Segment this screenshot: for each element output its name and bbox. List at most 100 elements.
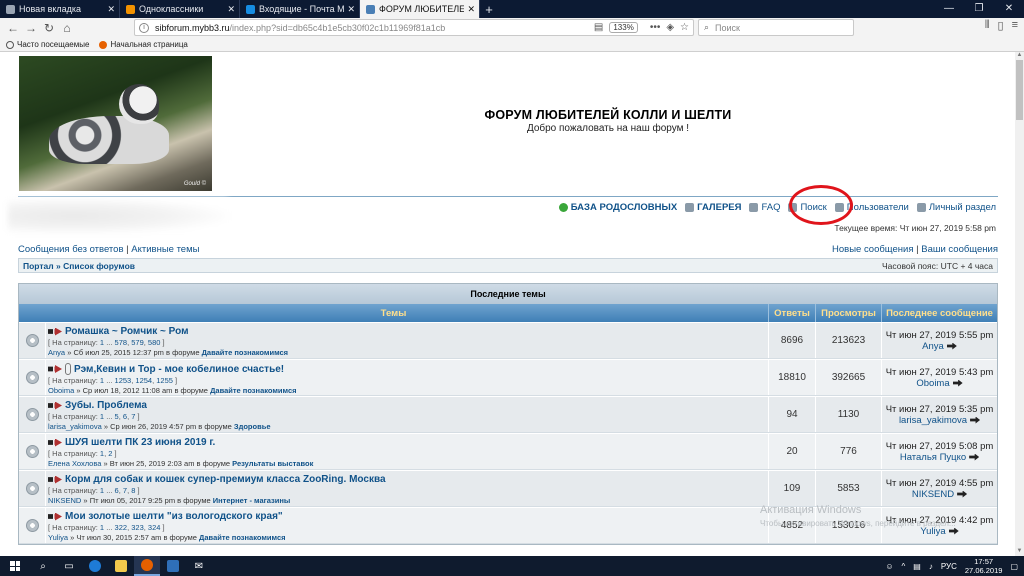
page-link[interactable]: 322	[115, 523, 128, 532]
page-link[interactable]: 1	[100, 338, 104, 347]
last-post-author[interactable]: NIKSEND	[912, 489, 954, 500]
scroll-thumb[interactable]	[1016, 60, 1023, 120]
page-link[interactable]: 1	[100, 412, 104, 421]
nav-gallery[interactable]: ГАЛЕРЕЯ	[685, 202, 741, 213]
goto-newest-icon[interactable]	[48, 512, 62, 521]
bookmark-star-icon[interactable]: ☆	[680, 22, 689, 33]
topic-title[interactable]: Мои золотые шелти "из вологодского края"	[65, 511, 283, 522]
forward-icon[interactable]: →	[22, 19, 40, 37]
goto-last-post-icon[interactable]	[957, 490, 968, 498]
crumb-portal[interactable]: Портал	[23, 261, 54, 271]
tray-chevron-icon[interactable]: ^	[902, 562, 906, 571]
scroll-up-icon[interactable]: ▲	[1015, 52, 1024, 60]
topic-title[interactable]: Ромашка ~ Ромчик ~ Ром	[65, 326, 188, 337]
topic-author[interactable]: Елена Хохлова	[48, 459, 101, 468]
topic-author[interactable]: NIKSEND	[48, 496, 81, 505]
nav-pedigree-db[interactable]: БАЗА РОДОСЛОВНЫХ	[558, 202, 677, 213]
volume-icon[interactable]: ♪	[929, 562, 933, 571]
explorer-icon[interactable]	[108, 556, 134, 576]
crumb-forum-list[interactable]: Список форумов	[63, 261, 135, 271]
link-unanswered[interactable]: Сообщения без ответов	[18, 244, 124, 255]
page-link[interactable]: 1	[100, 486, 104, 495]
goto-newest-icon[interactable]	[48, 438, 62, 447]
link-active-topics[interactable]: Активные темы	[131, 244, 199, 255]
home-icon[interactable]: ⌂	[58, 19, 76, 37]
topic-forum[interactable]: Интернет - магазины	[213, 496, 291, 505]
goto-newest-icon[interactable]	[48, 327, 62, 336]
back-icon[interactable]: ←	[4, 19, 22, 37]
close-icon[interactable]: ✕	[347, 4, 355, 15]
page-link[interactable]: 1255	[156, 376, 173, 385]
page-link[interactable]: 578	[115, 338, 128, 347]
edge-icon[interactable]	[82, 556, 108, 576]
tab-new[interactable]: Новая вкладка ✕	[0, 0, 120, 18]
page-actions-icon[interactable]: •••	[650, 22, 661, 33]
topic-author[interactable]: Anya	[48, 348, 65, 357]
library-icon[interactable]: ⫴	[985, 19, 990, 32]
people-icon[interactable]: ☺	[885, 562, 893, 571]
last-post-author[interactable]: larisa_yakimova	[899, 415, 967, 426]
mail-icon[interactable]: ✉	[186, 556, 212, 576]
pocket-icon[interactable]: ◈	[666, 22, 674, 33]
page-link[interactable]: 1	[100, 376, 104, 385]
goto-last-post-icon[interactable]	[946, 342, 957, 350]
search-input[interactable]: ⌕ Поиск	[698, 19, 854, 36]
menu-icon[interactable]: ≡	[1012, 19, 1018, 32]
page-link[interactable]: 579	[131, 338, 144, 347]
tab-odnoklassniki[interactable]: Одноклассники ✕	[120, 0, 240, 18]
scroll-down-icon[interactable]: ▼	[1015, 548, 1024, 556]
page-link[interactable]: 1254	[135, 376, 152, 385]
new-tab-button[interactable]: +	[480, 0, 498, 18]
page-link[interactable]: 6	[115, 486, 119, 495]
topic-title[interactable]: Рэм,Кевин и Тор - мое кобелиное счастье!	[74, 364, 284, 375]
page-link[interactable]: 5	[115, 412, 119, 421]
topic-forum[interactable]: Давайте познакомимся	[210, 386, 296, 395]
clock[interactable]: 17:57 27.06.2019	[965, 557, 1003, 575]
topic-forum[interactable]: Здоровье	[234, 422, 271, 431]
topic-author[interactable]: larisa_yakimova	[48, 422, 102, 431]
language-indicator[interactable]: РУС	[941, 562, 957, 571]
goto-last-post-icon[interactable]	[970, 416, 981, 424]
page-link[interactable]: 323	[131, 523, 144, 532]
page-scrollbar[interactable]: ▲ ▼	[1015, 52, 1024, 556]
goto-last-post-icon[interactable]	[952, 379, 963, 387]
bookmark-frequent[interactable]: Часто посещаемые	[6, 40, 89, 49]
address-bar[interactable]: i sibforum.mybb3.ru/index.php?sid=db65c4…	[134, 19, 694, 36]
tab-mail[interactable]: Входящие - Почта Mail.ru ✕	[240, 0, 360, 18]
goto-last-post-icon[interactable]	[969, 453, 980, 461]
sidebar-icon[interactable]: ▯	[998, 19, 1004, 32]
goto-newest-icon[interactable]	[48, 365, 62, 373]
reader-icon[interactable]: ▤	[594, 22, 603, 33]
last-post-author[interactable]: Yuliya	[920, 526, 945, 537]
goto-last-post-icon[interactable]	[948, 527, 959, 535]
topic-forum[interactable]: Давайте познакомимся	[199, 533, 285, 542]
zoom-level[interactable]: 133%	[609, 22, 638, 33]
maximize-icon[interactable]: ❐	[964, 0, 994, 18]
page-link[interactable]: 6	[123, 412, 127, 421]
search-icon[interactable]: ⌕	[30, 556, 56, 576]
page-link[interactable]: 1	[100, 523, 104, 532]
topic-title[interactable]: Корм для собак и кошек супер-премиум кла…	[65, 474, 386, 485]
link-new-posts[interactable]: Новые сообщения	[832, 244, 914, 255]
close-icon[interactable]: ✕	[107, 4, 115, 15]
page-link[interactable]: 1253	[115, 376, 132, 385]
store-icon[interactable]	[160, 556, 186, 576]
topic-forum[interactable]: Результаты выставок	[232, 459, 313, 468]
reload-icon[interactable]: ↻	[40, 19, 58, 37]
info-icon[interactable]: i	[139, 22, 149, 33]
nav-faq[interactable]: FAQ	[749, 202, 780, 213]
network-icon[interactable]: ▤	[913, 562, 921, 571]
page-link[interactable]: 7	[123, 486, 127, 495]
topic-forum[interactable]: Давайте познакомимся	[202, 348, 288, 357]
last-post-author[interactable]: Oboima	[916, 378, 949, 389]
nav-profile[interactable]: Личный раздел	[916, 202, 996, 213]
goto-newest-icon[interactable]	[48, 475, 62, 484]
firefox-icon[interactable]	[134, 556, 160, 576]
page-link[interactable]: 324	[148, 523, 161, 532]
minimize-icon[interactable]: —	[934, 0, 964, 18]
topic-author[interactable]: Oboima	[48, 386, 74, 395]
close-window-icon[interactable]: ✕	[994, 0, 1024, 18]
bookmark-home[interactable]: Начальная страница	[99, 40, 188, 49]
goto-newest-icon[interactable]	[48, 401, 62, 410]
page-link[interactable]: 580	[148, 338, 161, 347]
